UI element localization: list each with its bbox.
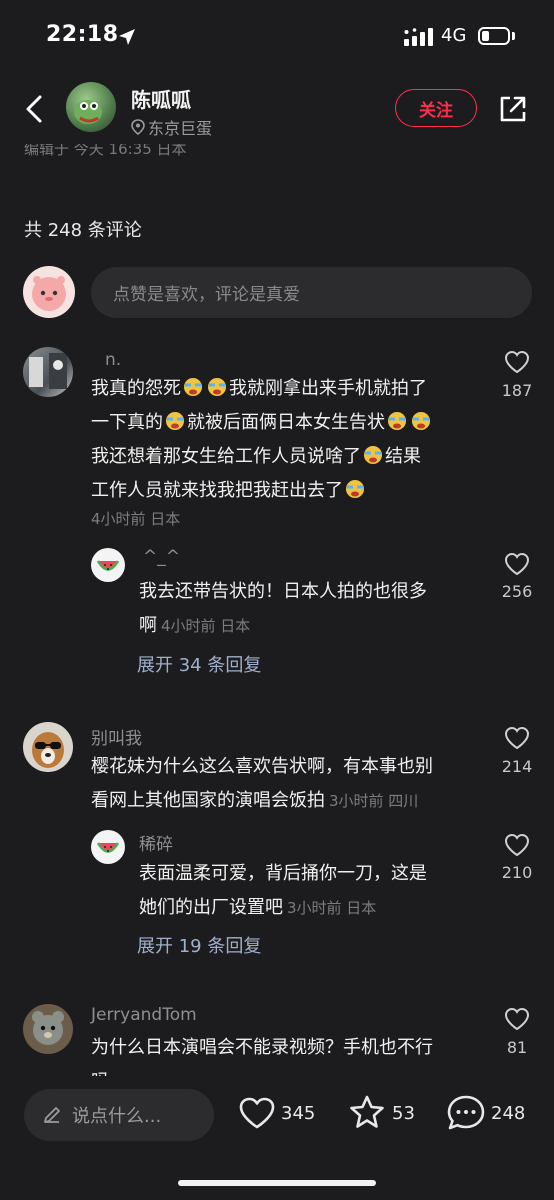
post-like-count: 345 <box>281 1103 316 1124</box>
comment-text: 为什么日本演唱会不能录视频？手机也不行 吗 <box>91 1037 433 1076</box>
like-count: 81 <box>506 1038 528 1057</box>
star-icon[interactable] <box>348 1094 386 1130</box>
heart-icon[interactable] <box>504 833 530 857</box>
say-something-input[interactable]: 说点什么... <box>24 1089 214 1141</box>
reply-avatar[interactable] <box>91 830 125 864</box>
crying-emoji-icon <box>364 446 382 464</box>
reply-text: 我去还带告状的！日本人拍的也很多 啊 4小时前 日本 <box>139 581 427 636</box>
expand-replies-button[interactable]: 展开 19 条回复 <box>137 932 261 958</box>
crying-emoji-icon <box>184 378 202 396</box>
location-tag[interactable]: 东京巨蛋 <box>131 115 212 139</box>
comments-count: 共 248 条评论 <box>24 220 142 241</box>
status-time: 22:18 <box>46 22 119 47</box>
commenter-avatar[interactable] <box>23 1004 73 1054</box>
like-heart-icon[interactable] <box>238 1096 276 1130</box>
reply-text: 表面温柔可爱，背后捅你一刀，这是 她们的出厂设置吧 3小时前 日本 <box>139 863 427 918</box>
follow-button[interactable]: 关注 <box>395 89 477 127</box>
post-edited-info: 编辑于 今天 16:35 日本 <box>24 144 187 158</box>
battery-icon <box>478 27 510 45</box>
commenter-name[interactable]: JerryandTom <box>91 1005 197 1025</box>
reply-name[interactable]: ^_^ <box>143 547 180 567</box>
network-type: 4G <box>441 25 467 46</box>
crying-emoji-icon <box>346 480 364 498</box>
heart-icon[interactable] <box>504 1007 530 1031</box>
crying-emoji-icon <box>388 412 406 430</box>
status-bar: 22:18 4G <box>0 0 554 76</box>
crying-emoji-icon <box>208 378 226 396</box>
comment-bubble-icon[interactable] <box>446 1094 486 1132</box>
commenter-name[interactable]: n. <box>105 350 121 370</box>
crying-emoji-icon <box>166 412 184 430</box>
home-indicator <box>178 1180 376 1186</box>
comment-text: 樱花妹为什么这么喜欢告状啊，有本事也别 看网上其他国家的演唱会饭拍 3小时前 四川 <box>91 756 433 811</box>
commenter-name[interactable]: 别叫我 <box>91 724 142 749</box>
pencil-icon <box>44 1107 60 1123</box>
post-comment-count: 248 <box>491 1103 526 1124</box>
reply-name[interactable]: 稀碎 <box>139 830 173 855</box>
like-count: 256 <box>501 582 533 601</box>
location-label: 东京巨蛋 <box>148 119 213 138</box>
commenter-avatar[interactable] <box>23 347 73 397</box>
heart-icon[interactable] <box>504 552 530 576</box>
expand-replies-button[interactable]: 展开 34 条回复 <box>137 651 261 677</box>
comment-text: 我真的怨死 我就刚拿出来手机就拍了 一下真的 就被后面俩日本女生告状 我还想着那女生… <box>91 372 491 508</box>
like-count: 214 <box>501 757 533 776</box>
battery-tip <box>512 32 515 40</box>
author-avatar[interactable] <box>66 82 116 132</box>
like-count: 187 <box>501 381 533 400</box>
post-favorite-count: 53 <box>392 1103 415 1124</box>
commenter-avatar[interactable] <box>23 722 73 772</box>
my-avatar <box>23 266 75 318</box>
like-count: 210 <box>501 863 533 882</box>
author-name[interactable]: 陈呱呱 <box>131 84 191 113</box>
reply-avatar[interactable] <box>91 548 125 582</box>
location-arrow-icon <box>119 29 135 45</box>
heart-icon[interactable] <box>504 350 530 374</box>
comment-input[interactable]: 点赞是喜欢，评论是真爱 <box>91 267 532 318</box>
say-placeholder: 说点什么... <box>72 1106 162 1127</box>
back-icon[interactable] <box>24 94 44 124</box>
heart-icon[interactable] <box>504 726 530 750</box>
crying-emoji-icon <box>412 412 430 430</box>
signal-icon <box>404 28 433 46</box>
location-pin-icon <box>131 119 145 135</box>
share-icon[interactable] <box>497 93 529 125</box>
comment-meta: 4小时前 日本 <box>91 510 181 528</box>
